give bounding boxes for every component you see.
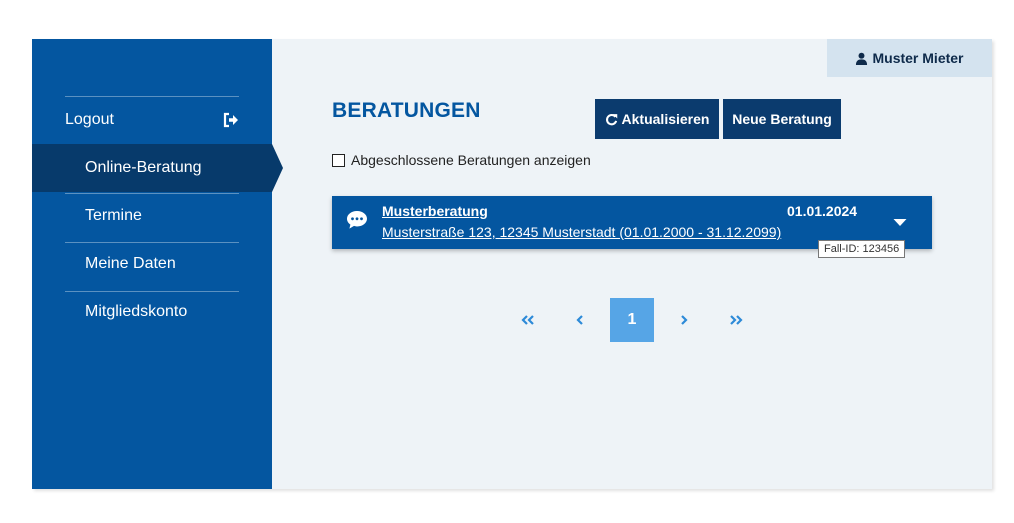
chevron-left-icon <box>576 315 583 325</box>
sidebar-item-label: Logout <box>65 111 114 128</box>
pager-first-button[interactable] <box>506 298 550 342</box>
refresh-button-label: Aktualisieren <box>621 111 710 127</box>
sidebar-item-online-beratung[interactable]: Online-Beratung <box>32 144 283 192</box>
logout-icon <box>223 112 238 128</box>
refresh-button[interactable]: Aktualisieren <box>595 99 719 139</box>
case-date: 01.01.2024 <box>787 203 858 219</box>
chevron-right-icon <box>681 315 688 325</box>
sidebar: Logout Online-Beratung Termine Meine Dat… <box>32 39 283 489</box>
app-window: Logout Online-Beratung Termine Meine Dat… <box>32 39 992 489</box>
double-chevron-right-icon <box>730 315 743 325</box>
pager-current-page[interactable]: 1 <box>610 298 654 342</box>
sidebar-item-mitgliedskonto[interactable]: Mitgliedskonto <box>32 288 272 336</box>
user-icon <box>856 52 868 65</box>
sidebar-item-label: Mitgliedskonto <box>85 303 188 320</box>
new-consultation-button-label: Neue Beratung <box>732 111 832 127</box>
show-closed-checkbox[interactable] <box>332 153 345 167</box>
user-menu[interactable]: Muster Mieter <box>827 39 992 77</box>
new-consultation-button[interactable]: Neue Beratung <box>723 99 841 139</box>
user-name: Muster Mieter <box>872 50 964 66</box>
refresh-icon <box>605 113 617 125</box>
pager-next-button[interactable] <box>662 298 706 342</box>
sidebar-item-label: Online-Beratung <box>85 159 202 176</box>
case-address-link[interactable]: Musterstraße 123, 12345 Musterstadt (01.… <box>382 224 781 240</box>
page-title: BERATUNGEN <box>332 99 481 122</box>
double-chevron-left-icon <box>521 315 534 325</box>
chevron-down-icon[interactable] <box>890 214 910 230</box>
case-title-link[interactable]: Musterberatung <box>382 203 488 219</box>
show-closed-label[interactable]: Abgeschlossene Beratungen anzeigen <box>351 152 591 168</box>
sidebar-item-label: Meine Daten <box>85 255 176 272</box>
case-id-tooltip: Fall-ID: 123456 <box>818 240 906 258</box>
sidebar-item-label: Termine <box>85 207 142 224</box>
sidebar-item-meine-daten[interactable]: Meine Daten <box>32 240 272 288</box>
sidebar-item-termine[interactable]: Termine <box>32 192 272 240</box>
chat-icon <box>347 211 367 229</box>
pager-prev-button[interactable] <box>558 298 602 342</box>
sidebar-item-logout[interactable]: Logout <box>32 96 272 144</box>
pager-last-button[interactable] <box>714 298 758 342</box>
show-closed-toggle: Abgeschlossene Beratungen anzeigen <box>332 152 591 168</box>
sidebar-nav: Logout Online-Beratung Termine Meine Dat… <box>32 96 283 336</box>
